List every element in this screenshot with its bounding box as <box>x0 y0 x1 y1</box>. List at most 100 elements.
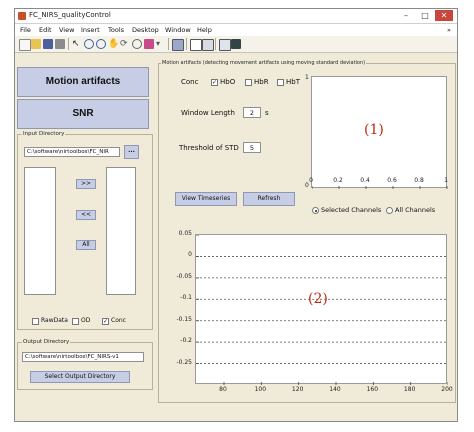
hbr-label: HbR <box>254 78 269 86</box>
link-icon[interactable]: ▾ <box>156 39 166 49</box>
hbr-checkbox[interactable] <box>245 79 252 86</box>
menu-insert[interactable]: Insert <box>81 26 100 34</box>
hbt-checkbox[interactable] <box>277 79 284 86</box>
minimize-button[interactable]: – <box>397 10 415 21</box>
window-length-input[interactable]: 2 <box>243 107 261 118</box>
plot-2-xtick-label: 140 <box>329 386 341 393</box>
plot-1-xtick-label: 0.8 <box>414 177 424 184</box>
dock-figure-icon[interactable] <box>231 39 241 49</box>
zoom-in-icon[interactable] <box>84 39 94 49</box>
menu-file[interactable]: File <box>20 26 31 34</box>
show-plot-tools-icon[interactable] <box>219 39 231 51</box>
plot-2-xtick-label: 120 <box>291 386 304 393</box>
toolbar-separator <box>215 38 216 50</box>
brush-icon[interactable] <box>144 39 154 49</box>
plot-2-xtick-label: 200 <box>441 386 453 393</box>
rawdata-label: RawData <box>41 317 68 324</box>
plot-2-ytick-label: -0.1 <box>180 294 192 302</box>
zoom-out-icon[interactable] <box>96 39 106 49</box>
menu-bar: File Edit View Insert Tools Desktop Wind… <box>15 24 457 36</box>
browse-input-button[interactable]: ... <box>124 145 139 159</box>
plot-1-xtick-label: 0.6 <box>387 177 397 184</box>
matlab-app-icon <box>18 12 26 20</box>
available-files-list[interactable] <box>24 167 56 295</box>
data-cursor-icon[interactable] <box>132 39 142 49</box>
rotate-icon[interactable]: ⟳ <box>120 39 130 49</box>
output-directory-field[interactable]: C:\software\nirtoolbox\FC_NIRS-v1 <box>22 352 144 362</box>
menu-desktop[interactable]: Desktop <box>132 26 159 34</box>
hbo-label: HbO <box>220 78 236 86</box>
menu-tools[interactable]: Tools <box>108 26 124 34</box>
plot-2-ytick-label: -0.2 <box>180 337 192 345</box>
move-right-button[interactable]: >> <box>76 179 96 189</box>
menu-help[interactable]: Help <box>197 26 212 34</box>
plot-1-annotation: (1) <box>364 122 384 138</box>
plot-2-ytick-label: -0.05 <box>176 272 192 280</box>
selected-channels-label: Selected Channels <box>321 206 382 214</box>
plot-2-svg <box>196 235 448 385</box>
plot-2-ytick-label: -0.15 <box>176 315 192 323</box>
hide-plot-tools-icon[interactable] <box>202 39 214 51</box>
conc-checkbox[interactable]: ✓ <box>102 318 109 325</box>
plot-2-ytick-label: 0.05 <box>178 230 192 237</box>
motion-panel-title: Motion artifacts (detecting movement art… <box>161 60 367 66</box>
toolbar-separator <box>186 38 187 50</box>
select-output-directory-button[interactable]: Select Output Directory <box>30 371 130 383</box>
select-all-button[interactable]: All <box>76 240 96 250</box>
move-left-button[interactable]: << <box>76 210 96 220</box>
selected-channels-radio[interactable] <box>312 207 319 214</box>
toolbar-separator <box>68 38 69 50</box>
input-directory-field[interactable]: C:\software\nirtoolbox\FC_NIR <box>24 147 120 157</box>
rawdata-checkbox[interactable] <box>32 318 39 325</box>
menu-window[interactable]: Window <box>165 26 191 34</box>
threshold-input[interactable]: 5 <box>243 142 261 153</box>
motion-artifacts-panel: Motion artifacts (detecting movement art… <box>158 60 456 403</box>
plot-2-xtick-label: 80 <box>219 386 227 393</box>
plot-1-xtick-label: 0.2 <box>333 177 343 184</box>
figure-toolbar: ↖ ✋ ⟳ ▾ <box>15 36 457 53</box>
hbo-checkbox[interactable]: ✓ <box>211 79 218 86</box>
plot-1-xtick-label: 0 <box>309 177 313 184</box>
plot-2-axes[interactable]: (2) <box>195 234 448 385</box>
view-timeseries-button[interactable]: View Timeseries <box>175 192 237 206</box>
plot-2-ytick-label: -0.25 <box>176 358 192 366</box>
output-directory-panel: Output Directory C:\software\nirtoolbox\… <box>17 339 153 390</box>
close-button[interactable]: ✕ <box>435 10 453 21</box>
input-directory-panel: Input Directory C:\software\nirtoolbox\F… <box>17 131 153 330</box>
pointer-icon[interactable]: ↖ <box>72 39 82 49</box>
print-icon[interactable] <box>55 39 65 49</box>
maximize-button[interactable]: □ <box>416 10 434 21</box>
window-length-unit: s <box>265 109 269 117</box>
plot-2-xtick-label: 180 <box>403 386 416 393</box>
all-channels-radio[interactable] <box>386 207 393 214</box>
motion-artifacts-button[interactable]: Motion artifacts <box>17 67 149 97</box>
window-length-label: Window Length <box>181 109 235 117</box>
plot-2-xtick-label: 160 <box>366 386 379 393</box>
menu-overflow-icon[interactable]: » <box>447 26 451 34</box>
plot-1-xtick-label: 1 <box>444 177 448 184</box>
colorbar-icon[interactable] <box>172 39 184 51</box>
plot-1-axes[interactable]: (1) <box>311 76 448 189</box>
legend-icon[interactable] <box>190 39 202 51</box>
refresh-button[interactable]: Refresh <box>243 192 295 206</box>
pan-icon[interactable]: ✋ <box>108 39 119 49</box>
threshold-label: Threshold of STD <box>179 144 239 152</box>
output-directory-label: Output Directory <box>22 339 71 345</box>
menu-edit[interactable]: Edit <box>39 26 52 34</box>
menu-view[interactable]: View <box>59 26 74 34</box>
open-file-icon[interactable] <box>31 39 41 49</box>
main-window: FC_NIRS_qualityControl – □ ✕ File Edit V… <box>14 8 458 422</box>
plot-2-annotation: (2) <box>308 291 328 307</box>
selected-files-list[interactable] <box>106 167 136 295</box>
hbt-label: HbT <box>286 78 300 86</box>
all-channels-label: All Channels <box>395 206 436 214</box>
od-checkbox[interactable] <box>72 318 79 325</box>
title-bar[interactable]: FC_NIRS_qualityControl – □ ✕ <box>15 9 457 24</box>
new-file-icon[interactable] <box>19 39 31 51</box>
od-label: OD <box>81 317 91 324</box>
plot-2-xtick-label: 100 <box>254 386 267 393</box>
plot-1-ytick: 1 <box>305 74 309 81</box>
save-icon[interactable] <box>43 39 53 49</box>
snr-button[interactable]: SNR <box>17 99 149 129</box>
toolbar-separator <box>168 38 169 50</box>
